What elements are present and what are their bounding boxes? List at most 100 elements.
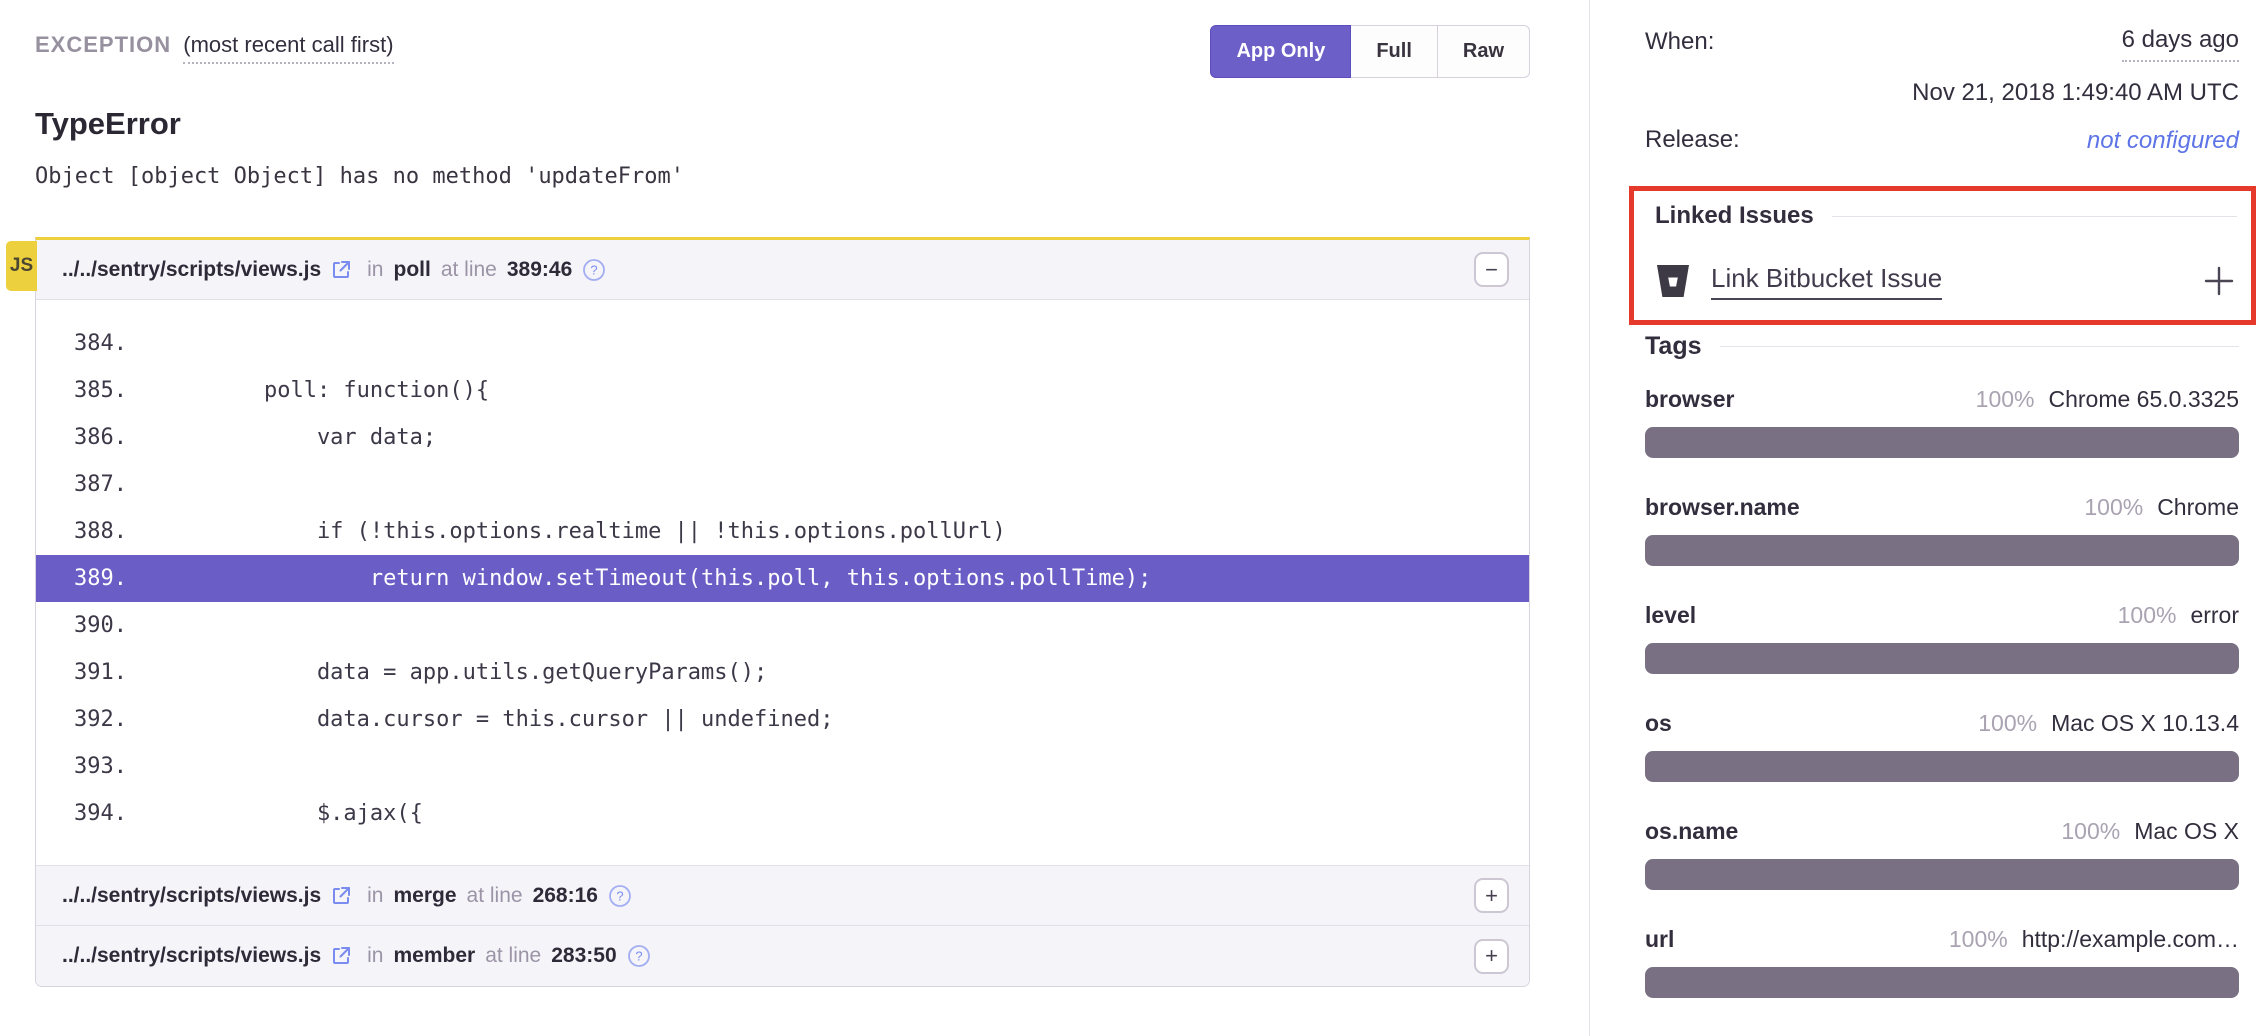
frame-header[interactable]: ../../sentry/scripts/views.js in member … (36, 926, 1529, 986)
tag-value[interactable]: error (2190, 602, 2239, 628)
code-line: 392. data.cursor = this.cursor || undefi… (36, 696, 1529, 743)
frame-header[interactable]: ../../sentry/scripts/views.js in poll at… (36, 240, 1529, 300)
tag-key[interactable]: url (1645, 926, 1674, 953)
external-link-icon[interactable] (329, 944, 353, 968)
tag-row: browser 100%Chrome 65.0.3325 (1645, 386, 2239, 458)
tag-right: 100%error (2118, 602, 2239, 629)
content-divider (1589, 0, 1590, 1036)
tag-percent: 100% (2061, 818, 2120, 844)
help-icon[interactable]: ? (582, 258, 606, 282)
tag-row: os 100%Mac OS X 10.13.4 (1645, 710, 2239, 782)
frame-filename[interactable]: ../../sentry/scripts/views.js (62, 258, 321, 282)
section-rule (1832, 216, 2237, 217)
exception-section: EXCEPTION (most recent call first) App O… (35, 0, 1530, 1036)
code-line: 388. if (!this.options.realtime || !this… (36, 508, 1529, 555)
code-line-number: 391. (36, 649, 158, 696)
section-rule (1720, 346, 2240, 347)
frame-function: poll (394, 258, 431, 282)
code-line: 391. data = app.utils.getQueryParams(); (36, 649, 1529, 696)
tag-value[interactable]: Mac OS X (2134, 818, 2239, 844)
code-line-number: 386. (36, 414, 158, 461)
tags-title: Tags (1645, 332, 1702, 361)
code-line: 387. (36, 461, 1529, 508)
code-line: 389. return window.setTimeout(this.poll,… (36, 555, 1529, 602)
frame-in-label: in (367, 258, 383, 282)
help-icon[interactable]: ? (627, 944, 651, 968)
code-line-number: 384. (36, 320, 158, 367)
frame-at-line-label: at line (441, 258, 497, 282)
source-code-block: 384. 385. poll: function(){ 386. var dat… (36, 300, 1529, 866)
tag-key[interactable]: level (1645, 602, 1696, 629)
tag-key[interactable]: browser (1645, 386, 1734, 413)
error-message: Object [object Object] has no method 'up… (35, 164, 684, 189)
stacktrace: JS ../../sentry/scripts/views.js in poll… (35, 237, 1530, 987)
code-line-text: if (!this.options.realtime || !this.opti… (158, 519, 1006, 544)
sentry-issue-page: { "exception": { "section_label": "EXCEP… (0, 0, 2264, 1036)
toggle-full-button[interactable]: Full (1351, 25, 1438, 78)
link-bitbucket-issue-link[interactable]: Link Bitbucket Issue (1711, 263, 1942, 300)
frame-function: member (394, 944, 476, 968)
frame-toggle-button[interactable]: − (1474, 252, 1509, 287)
tag-line: browser.name 100%Chrome (1645, 494, 2239, 521)
frame-at-line-label: at line (467, 884, 523, 908)
code-line: 390. (36, 602, 1529, 649)
add-issue-icon[interactable] (2201, 263, 2237, 299)
frame-function: merge (394, 884, 457, 908)
section-label: EXCEPTION (35, 32, 171, 57)
tag-right: 100% Mac OS X (2061, 818, 2239, 845)
tag-row: browser.name 100%Chrome (1645, 494, 2239, 566)
tag-value[interactable]: Mac OS X 10.13.4 (2051, 710, 2239, 736)
frame-header[interactable]: ../../sentry/scripts/views.js in merge a… (36, 866, 1529, 926)
frame-toggle-button[interactable]: + (1474, 939, 1509, 974)
toggle-app-only-button[interactable]: App Only (1210, 25, 1351, 78)
platform-badge-js: JS (6, 241, 37, 291)
code-line: 394. $.ajax({ (36, 790, 1529, 837)
frame-line-number: 389:46 (507, 258, 572, 282)
code-line-number: 393. (36, 743, 158, 790)
tag-value[interactable]: Chrome 65.0.3325 (2048, 386, 2239, 412)
tags-list: browser 100%Chrome 65.0.3325 browser.nam… (1645, 386, 2239, 1034)
tag-bar (1645, 643, 2239, 674)
issue-sidebar: When: 6 days ago Nov 21, 2018 1:49:40 AM… (1645, 0, 2239, 1036)
tag-bar (1645, 427, 2239, 458)
tag-right: 100%Chrome 65.0.3325 (1976, 386, 2239, 413)
tag-bar (1645, 967, 2239, 998)
tag-key[interactable]: browser.name (1645, 494, 1800, 521)
linked-issues-row: Link Bitbucket Issue (1653, 258, 2237, 304)
tag-value[interactable]: http://example.com… (2022, 926, 2239, 952)
when-relative-time[interactable]: 6 days ago (2122, 26, 2239, 62)
tag-percent: 100% (1949, 926, 2008, 952)
code-line-text: poll: function(){ (158, 378, 489, 403)
release-value-link[interactable]: not configured (2087, 127, 2239, 155)
frame-in-label: in (367, 944, 383, 968)
svg-text:?: ? (635, 949, 642, 964)
code-line: 385. poll: function(){ (36, 367, 1529, 414)
code-line-text: data.cursor = this.cursor || undefined; (158, 707, 834, 732)
tag-right: 100%Chrome (2084, 494, 2239, 521)
tag-line: browser 100%Chrome 65.0.3325 (1645, 386, 2239, 413)
svg-text:?: ? (616, 888, 623, 903)
help-icon[interactable]: ? (608, 884, 632, 908)
tag-value[interactable]: Chrome (2157, 494, 2239, 520)
frame-filename[interactable]: ../../sentry/scripts/views.js (62, 884, 321, 908)
external-link-icon[interactable] (329, 258, 353, 282)
tag-bar (1645, 535, 2239, 566)
frames-container: ../../sentry/scripts/views.js in poll at… (36, 240, 1529, 986)
code-line-number: 385. (36, 367, 158, 414)
code-line-text: return window.setTimeout(this.poll, this… (158, 566, 1151, 591)
frame-filename[interactable]: ../../sentry/scripts/views.js (62, 944, 321, 968)
tag-key[interactable]: os (1645, 710, 1672, 737)
external-link-icon[interactable] (329, 884, 353, 908)
code-line-text: data = app.utils.getQueryParams(); (158, 660, 767, 685)
tag-row: level 100%error (1645, 602, 2239, 674)
frame-at-line-label: at line (485, 944, 541, 968)
tag-key[interactable]: os.name (1645, 818, 1738, 845)
code-line-number: 387. (36, 461, 158, 508)
section-note: (most recent call first) (183, 32, 393, 64)
code-line-number: 392. (36, 696, 158, 743)
frame-toggle-button[interactable]: + (1474, 878, 1509, 913)
tag-row: os.name 100% Mac OS X (1645, 818, 2239, 890)
toggle-raw-button[interactable]: Raw (1438, 25, 1530, 78)
tag-row: url 100% http://example.com… (1645, 926, 2239, 998)
error-type: TypeError (35, 106, 181, 142)
